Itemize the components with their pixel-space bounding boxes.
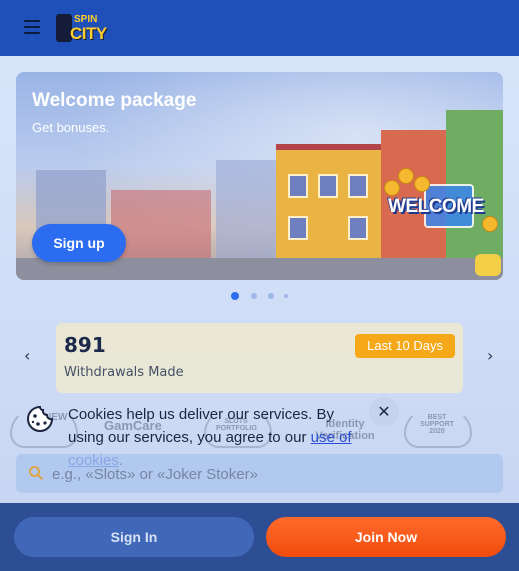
- bottom-action-bar: Sign In Join Now: [0, 503, 519, 571]
- carousel-dot-4[interactable]: [284, 294, 288, 298]
- join-now-button[interactable]: Join Now: [266, 517, 506, 557]
- sign-up-button[interactable]: Sign up: [32, 224, 126, 262]
- logo-text-city: CITY: [70, 24, 107, 43]
- logo-best-support: BEST SUPPORT 2020: [420, 414, 454, 435]
- carousel-dot-3[interactable]: [268, 293, 274, 299]
- sign-in-button[interactable]: Sign In: [14, 517, 254, 557]
- promo-banner[interactable]: WELCOME Welcome package Get bonuses. Sig…: [16, 72, 503, 280]
- search-bar[interactable]: [16, 454, 503, 495]
- welcome-art-text: WELCOME: [388, 196, 484, 217]
- close-icon[interactable]: ✕: [369, 397, 399, 427]
- banner-title: Welcome package: [32, 90, 197, 111]
- withdrawals-count: 891: [64, 333, 106, 357]
- cookie-icon: [27, 405, 54, 432]
- banner-badge-icon: [475, 254, 501, 276]
- stats-card: 891 Withdrawals Made Last 10 Days: [56, 323, 463, 393]
- search-icon: [29, 466, 43, 480]
- spin-city-logo[interactable]: SPIN CITY: [56, 12, 110, 44]
- banner-subtitle: Get bonuses.: [32, 120, 110, 135]
- carousel-dot-1[interactable]: [231, 292, 239, 300]
- carousel-dot-2[interactable]: [251, 293, 257, 299]
- chevron-left-icon[interactable]: ‹: [24, 346, 30, 365]
- hamburger-menu-icon[interactable]: [24, 20, 40, 34]
- withdrawals-label: Withdrawals Made: [64, 365, 184, 380]
- chevron-right-icon[interactable]: ›: [487, 346, 493, 365]
- top-bar: SPIN CITY: [0, 0, 519, 56]
- cookie-message: Cookies help us deliver our services. By…: [68, 406, 334, 446]
- period-badge: Last 10 Days: [355, 334, 455, 358]
- search-input[interactable]: [50, 454, 494, 495]
